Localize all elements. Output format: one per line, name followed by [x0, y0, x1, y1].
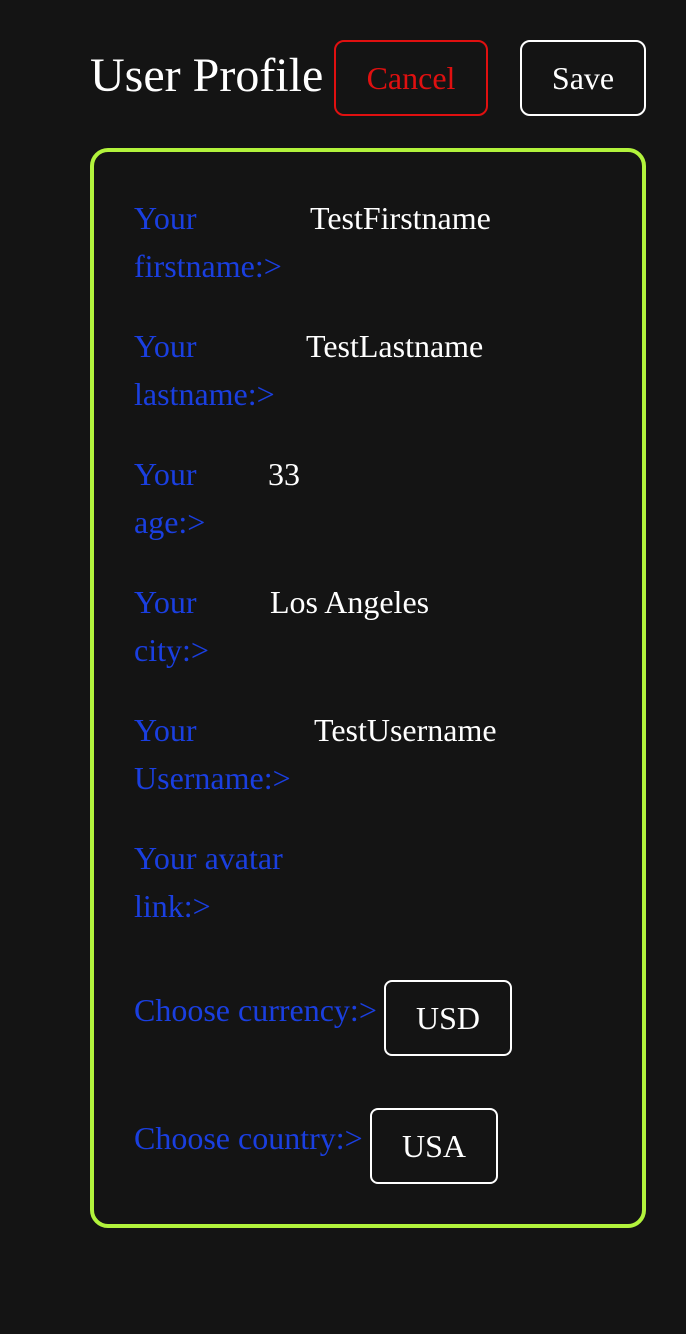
age-label-line1: Your	[134, 456, 197, 492]
firstname-label-line2: firstname:>	[134, 248, 282, 284]
save-button[interactable]: Save	[520, 40, 646, 116]
lastname-value[interactable]: TestLastname	[306, 322, 483, 370]
age-label: Your age:>	[134, 450, 205, 546]
avatar-label: Your avatar link:>	[134, 834, 283, 930]
username-label-line2: Username:>	[134, 760, 291, 796]
city-label-line2: city:>	[134, 632, 209, 668]
lastname-label: Your lastname:>	[134, 322, 275, 418]
city-label: Your city:>	[134, 578, 209, 674]
avatar-label-line2: link:>	[134, 888, 211, 924]
currency-row: Choose currency:> USD	[134, 980, 614, 1066]
profile-card: Your firstname:> TestFirstname Your last…	[90, 148, 646, 1228]
page-title: User Profile	[90, 49, 324, 102]
age-label-line2: age:>	[134, 504, 206, 540]
country-select[interactable]: USA	[370, 1108, 498, 1184]
country-label: Choose country:>	[134, 1120, 363, 1156]
firstname-label: Your firstname:>	[134, 194, 282, 290]
city-value[interactable]: Los Angeles	[270, 578, 429, 626]
username-label-line1: Your	[134, 712, 197, 748]
username-value[interactable]: TestUsername	[314, 706, 497, 754]
currency-label: Choose currency:>	[134, 992, 377, 1028]
lastname-label-line1: Your	[134, 328, 197, 364]
currency-select[interactable]: USD	[384, 980, 512, 1056]
lastname-label-line2: lastname:>	[134, 376, 275, 412]
avatar-label-line1: Your avatar	[134, 840, 283, 876]
firstname-label-line1: Your	[134, 200, 197, 236]
username-label: Your Username:>	[134, 706, 291, 802]
firstname-value[interactable]: TestFirstname	[310, 194, 491, 242]
city-label-line1: Your	[134, 584, 197, 620]
age-value[interactable]: 33	[268, 450, 300, 498]
country-row: Choose country:> USA	[134, 1108, 614, 1194]
cancel-button[interactable]: Cancel	[334, 40, 488, 116]
